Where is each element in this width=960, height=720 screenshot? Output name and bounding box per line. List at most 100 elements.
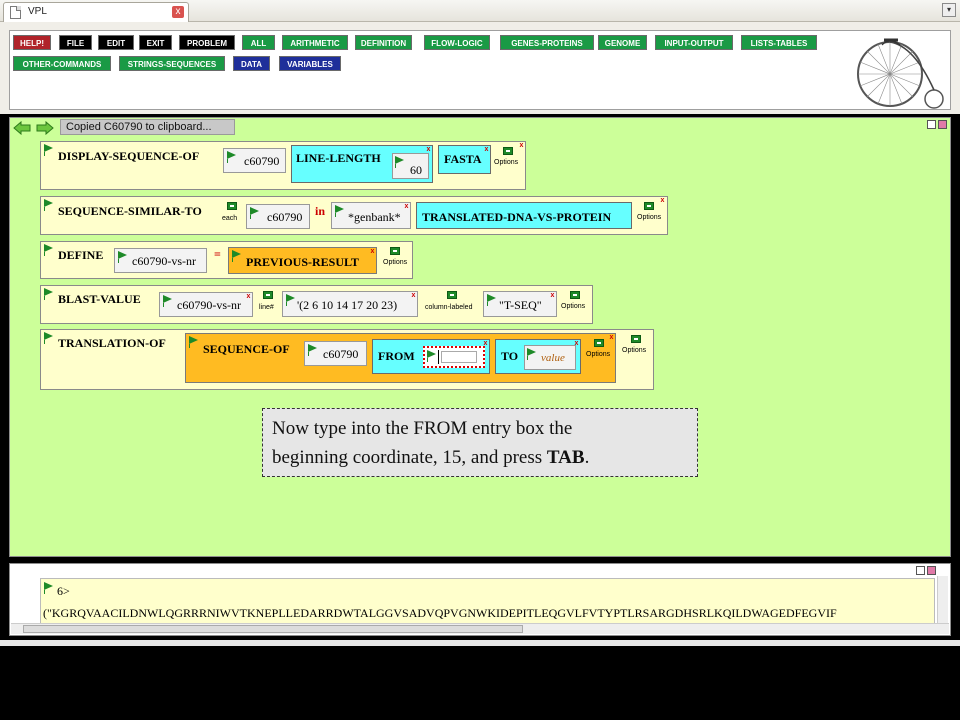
vertical-scrollbar[interactable]	[937, 576, 948, 624]
method-keyword-box[interactable]: TRANSLATED-DNA-VS-PROTEIN	[416, 202, 632, 229]
display-options-button[interactable]: Options	[494, 159, 518, 166]
fasta-keyword-box[interactable]: FASTA x	[438, 145, 491, 174]
close-icon[interactable]	[927, 566, 936, 575]
column-arrow-icon[interactable]	[447, 291, 457, 299]
sequence-similar-block[interactable]: SEQUENCE-SIMILAR-TO each c60790 in *genb…	[40, 196, 668, 235]
browser-tab[interactable]: VPL x	[3, 2, 189, 22]
remove-icon[interactable]: x	[549, 292, 556, 300]
each-arrow-icon[interactable]	[227, 202, 237, 210]
remove-icon[interactable]: x	[425, 146, 432, 154]
menu-other-commands-button[interactable]: OTHER-COMMANDS	[13, 56, 111, 71]
previous-result-box[interactable]: PREVIOUS-RESULT x	[228, 247, 377, 274]
sequence-of-options-button[interactable]: Options	[586, 351, 610, 358]
options-arrow-icon[interactable]	[390, 247, 400, 255]
menu-problem-button[interactable]: PROBLEM	[179, 35, 235, 50]
menu-all-button[interactable]: ALL	[242, 35, 275, 50]
translation-options-button[interactable]: Options	[622, 347, 646, 354]
from-keyword-box[interactable]: FROM x	[372, 339, 490, 374]
blast-arg-box[interactable]: c60790-vs-nr x	[159, 292, 253, 317]
menu-arithmetic-button[interactable]: ARITHMETIC	[282, 35, 348, 50]
from-entry-box[interactable]	[423, 346, 485, 368]
arg-flag-icon[interactable]	[227, 151, 236, 163]
remove-icon[interactable]: x	[608, 334, 615, 342]
sequence-arg-box[interactable]: c60790	[223, 148, 286, 173]
arg-flag-icon[interactable]	[308, 344, 317, 356]
results-panel[interactable]: 6> ("KGRQVAACILDNWLQGRRRNIWVTKNEPLLEDARR…	[9, 563, 951, 636]
maximize-icon[interactable]	[927, 120, 936, 129]
arg-flag-icon[interactable]	[286, 294, 295, 306]
display-sequence-block[interactable]: DISPLAY-SEQUENCE-OF c60790 LINE-LENGTH 6…	[40, 141, 526, 190]
line-length-value-box[interactable]: 60	[392, 153, 429, 179]
arg-flag-icon[interactable]	[427, 350, 436, 362]
remove-icon[interactable]: x	[573, 340, 580, 348]
options-arrow-icon[interactable]	[570, 291, 580, 299]
menu-variables-button[interactable]: VARIABLES	[279, 56, 341, 71]
back-arrow-icon[interactable]	[13, 121, 31, 135]
arg-flag-icon[interactable]	[487, 294, 496, 306]
value-flag-icon[interactable]	[395, 156, 404, 168]
similar-arg-box[interactable]: c60790	[246, 204, 310, 229]
menu-input-output-button[interactable]: INPUT-OUTPUT	[655, 35, 733, 50]
options-arrow-icon[interactable]	[594, 339, 604, 347]
menu-exit-button[interactable]: EXIT	[139, 35, 172, 50]
remove-icon[interactable]: x	[410, 292, 417, 300]
similar-options-button[interactable]: Options	[637, 214, 661, 221]
result-block[interactable]: 6> ("KGRQVAACILDNWLQGRRRNIWVTKNEPLLEDARR…	[40, 578, 935, 624]
menu-edit-button[interactable]: EDIT	[98, 35, 134, 50]
menu-flow-logic-button[interactable]: FLOW-LOGIC	[424, 35, 490, 50]
blast-value-block[interactable]: BLAST-VALUE c60790-vs-nr x line# '(2 6 1…	[40, 285, 593, 324]
arg-flag-icon[interactable]	[118, 251, 127, 263]
remove-icon[interactable]: x	[403, 203, 410, 211]
options-arrow-icon[interactable]	[644, 202, 654, 210]
menu-genes-proteins-button[interactable]: GENES-PROTEINS	[500, 35, 594, 50]
sequence-of-arg-box[interactable]: c60790	[304, 341, 367, 366]
block-flag-icon[interactable]	[44, 288, 53, 300]
options-arrow-icon[interactable]	[631, 335, 641, 343]
to-keyword-box[interactable]: TO value x	[495, 339, 581, 374]
remove-icon[interactable]: x	[659, 197, 666, 205]
to-value-box[interactable]: value	[524, 345, 576, 370]
arg-flag-icon[interactable]	[189, 336, 198, 348]
forward-arrow-icon[interactable]	[36, 121, 54, 135]
horizontal-scrollbar[interactable]	[11, 623, 949, 634]
close-icon[interactable]	[938, 120, 947, 129]
define-options-button[interactable]: Options	[383, 259, 407, 266]
sequence-of-box[interactable]: SEQUENCE-OF c60790 FROM x TO value x Opt…	[185, 333, 616, 383]
block-flag-icon[interactable]	[44, 244, 53, 256]
database-box[interactable]: *genbank* x	[331, 202, 411, 229]
remove-icon[interactable]: x	[483, 146, 490, 154]
remove-icon[interactable]: x	[518, 142, 525, 150]
remove-icon[interactable]: x	[482, 340, 489, 348]
arg-flag-icon[interactable]	[163, 295, 172, 307]
remove-icon[interactable]: x	[245, 293, 252, 301]
remove-icon[interactable]: x	[369, 248, 376, 256]
translation-block[interactable]: TRANSLATION-OF SEQUENCE-OF c60790 FROM x…	[40, 329, 654, 390]
arg-flag-icon[interactable]	[527, 348, 536, 360]
program-workspace[interactable]: Copied C60790 to clipboard... DISPLAY-SE…	[9, 117, 951, 557]
tab-list-icon[interactable]: ▾	[942, 3, 956, 17]
block-flag-icon[interactable]	[44, 332, 53, 344]
line-length-keyword-box[interactable]: LINE-LENGTH 60 x	[291, 145, 433, 183]
menu-strings-sequences-button[interactable]: STRINGS-SEQUENCES	[119, 56, 225, 71]
column-list-box[interactable]: '(2 6 10 14 17 20 23) x	[282, 291, 418, 317]
arg-flag-icon[interactable]	[232, 250, 241, 262]
menu-help-button[interactable]: HELP!	[13, 35, 51, 50]
block-flag-icon[interactable]	[44, 199, 53, 211]
from-input-field[interactable]	[441, 351, 477, 363]
block-flag-icon[interactable]	[44, 144, 53, 156]
options-arrow-icon[interactable]	[503, 147, 513, 155]
horizontal-scroll-thumb[interactable]	[23, 625, 523, 633]
menu-lists-tables-button[interactable]: LISTS-TABLES	[741, 35, 817, 50]
menu-data-button[interactable]: DATA	[233, 56, 270, 71]
menu-definition-button[interactable]: DEFINITION	[355, 35, 412, 50]
column-label-box[interactable]: "T-SEQ" x	[483, 291, 557, 317]
define-name-box[interactable]: c60790-vs-nr	[114, 248, 207, 273]
blast-options-button[interactable]: Options	[561, 303, 585, 310]
line-arrow-icon[interactable]	[263, 291, 273, 299]
tab-close-icon[interactable]: x	[172, 6, 184, 18]
result-flag-icon[interactable]	[44, 582, 53, 594]
define-block[interactable]: DEFINE c60790-vs-nr = PREVIOUS-RESULT x …	[40, 241, 413, 279]
maximize-icon[interactable]	[916, 566, 925, 575]
arg-flag-icon[interactable]	[335, 205, 344, 217]
menu-genome-button[interactable]: GENOME	[598, 35, 647, 50]
